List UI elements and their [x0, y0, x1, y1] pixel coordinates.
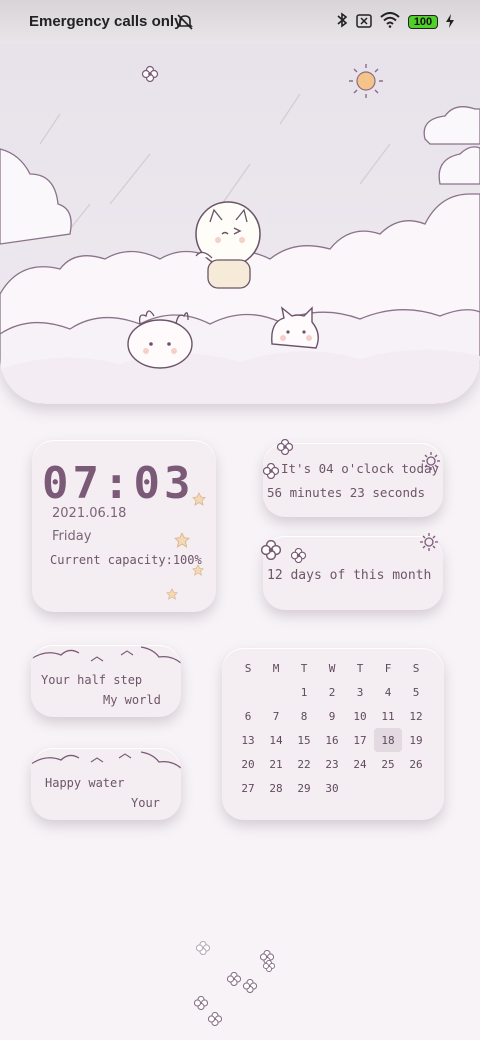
calendar-day[interactable]: 26	[402, 752, 430, 776]
flower-icon	[291, 548, 306, 563]
calendar-day[interactable]: 12	[402, 704, 430, 728]
battery-icon: 100	[408, 15, 438, 29]
charging-icon	[446, 13, 454, 32]
flower-icon	[261, 540, 281, 560]
calendar-weekday-header: W	[328, 661, 336, 675]
flower-icon	[141, 65, 159, 83]
quote-1-line-2: My world	[103, 693, 161, 707]
quote-2-line-1: Happy water	[45, 776, 125, 790]
star-icon	[192, 564, 204, 576]
calendar-day-today[interactable]: 18	[374, 728, 402, 752]
calendar-day[interactable]: 15	[290, 728, 318, 752]
calendar-weekday-header: T	[356, 661, 364, 675]
calendar-day[interactable]: 11	[374, 704, 402, 728]
cloud-scene-illustration	[0, 64, 480, 404]
quote-1-line-1: Your half step	[41, 673, 143, 687]
calendar-weekday-header: M	[272, 661, 280, 675]
flower-icon	[263, 960, 275, 972]
hero-illustration	[0, 44, 480, 404]
calendar-day[interactable]: 14	[262, 728, 290, 752]
calendar-day	[346, 776, 374, 800]
wifi-icon	[380, 12, 400, 32]
clock-widget[interactable]: 07:03 2021.06.18 Friday Current capacity…	[32, 440, 216, 612]
month-days-widget[interactable]: 12 days of this month	[261, 533, 443, 610]
minute-second-text: 56 minutes 23 seconds	[267, 485, 426, 500]
clock-weekday: Friday	[52, 529, 92, 544]
calendar-day[interactable]: 10	[346, 704, 374, 728]
status-icons: 100	[336, 12, 454, 32]
clock-time: 07:03	[42, 458, 195, 509]
calendar-grid: S M T W T F S 1 2 3 4 5 6 7 8 9 10 11 12 13 14 15 16 17 18 19 20 21…	[234, 656, 430, 800]
flower-icon	[243, 979, 257, 993]
star-icon	[174, 532, 190, 548]
time-text-widget[interactable]: It's 04 o'clock today 56 minutes 23 seco…	[263, 439, 443, 517]
calendar-day[interactable]: 7	[262, 704, 290, 728]
calendar-day[interactable]: 30	[318, 776, 346, 800]
quote-widget-1[interactable]: Your half step My world	[31, 645, 181, 717]
flower-icon	[263, 463, 279, 479]
calendar-day	[402, 776, 430, 800]
hour-text: It's 04 o'clock today	[281, 461, 440, 476]
sun-icon	[349, 64, 383, 98]
calendar-widget[interactable]: S M T W T F S 1 2 3 4 5 6 7 8 9 10 11 12 13 14 15 16 17 18 19 20 21…	[222, 648, 444, 820]
calendar-day	[234, 680, 262, 704]
capacity-text: Current capacity:100%	[50, 553, 202, 567]
calendar-day[interactable]: 2	[318, 680, 346, 704]
calendar-day[interactable]: 3	[346, 680, 374, 704]
clock-date: 2021.06.18	[52, 506, 127, 521]
flower-icon	[227, 972, 241, 986]
calendar-day[interactable]: 25	[374, 752, 402, 776]
cloud-icon	[31, 646, 181, 664]
calendar-day[interactable]: 20	[234, 752, 262, 776]
calendar-day[interactable]: 4	[374, 680, 402, 704]
calendar-day[interactable]: 28	[262, 776, 290, 800]
calendar-day[interactable]: 1	[290, 680, 318, 704]
flower-icon	[194, 996, 208, 1010]
calendar-day[interactable]: 21	[262, 752, 290, 776]
calendar-weekday-header: F	[384, 661, 392, 675]
calendar-day	[262, 680, 290, 704]
status-bar: Emergency calls only 100	[0, 0, 480, 44]
calendar-day[interactable]: 29	[290, 776, 318, 800]
quote-2-line-2: Your	[131, 796, 160, 810]
calendar-day[interactable]: 23	[318, 752, 346, 776]
cloud-icon	[31, 751, 181, 769]
calendar-day[interactable]: 22	[290, 752, 318, 776]
calendar-day[interactable]: 24	[346, 752, 374, 776]
mute-icon	[176, 13, 194, 35]
month-days-text: 12 days of this month	[267, 568, 432, 583]
flower-icon	[277, 439, 293, 455]
calendar-day[interactable]: 19	[402, 728, 430, 752]
star-icon	[166, 588, 178, 600]
flower-icon	[196, 941, 210, 955]
network-status-text: Emergency calls only	[29, 13, 183, 30]
calendar-day[interactable]: 13	[234, 728, 262, 752]
calendar-day[interactable]: 9	[318, 704, 346, 728]
calendar-day[interactable]: 17	[346, 728, 374, 752]
no-sim-icon	[356, 13, 372, 32]
sun-icon	[420, 533, 438, 551]
calendar-day[interactable]: 16	[318, 728, 346, 752]
flower-icon	[208, 1012, 222, 1026]
calendar-day[interactable]: 6	[234, 704, 262, 728]
calendar-day[interactable]: 27	[234, 776, 262, 800]
calendar-weekday-header: T	[300, 661, 308, 675]
calendar-weekday-header: S	[412, 661, 420, 675]
calendar-day	[374, 776, 402, 800]
bluetooth-icon	[336, 12, 348, 32]
calendar-day[interactable]: 8	[290, 704, 318, 728]
star-icon	[192, 492, 206, 506]
calendar-day[interactable]: 5	[402, 680, 430, 704]
quote-widget-2[interactable]: Happy water Your	[31, 748, 181, 820]
calendar-weekday-header: S	[244, 661, 252, 675]
